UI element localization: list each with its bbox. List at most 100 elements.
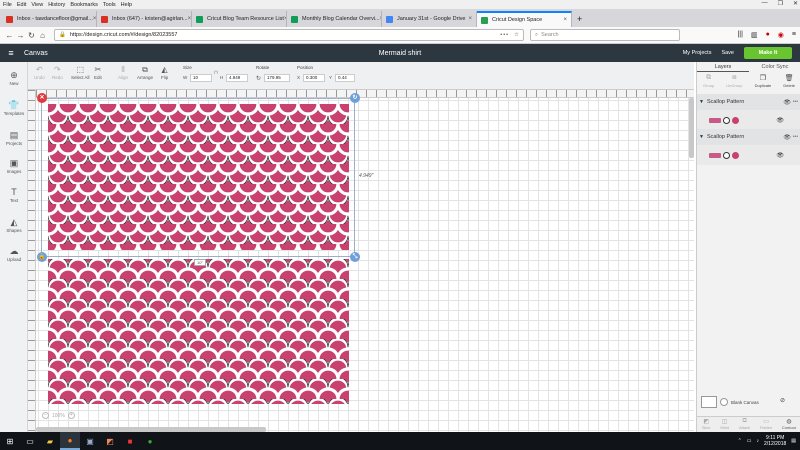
- scallop-pattern-image[interactable]: [48, 259, 349, 404]
- browser-tab[interactable]: Cricut Blog Team Resource List ×: [192, 11, 287, 27]
- cricut-app-icon[interactable]: ●: [140, 432, 160, 450]
- zoom-out-button[interactable]: −: [42, 412, 49, 419]
- windows-start-icon[interactable]: ⊞: [0, 437, 20, 446]
- sidebar-item-projects[interactable]: ▤ Projects: [0, 130, 28, 146]
- minimize-icon[interactable]: —: [762, 0, 768, 7]
- layer-color-swatch[interactable]: [732, 151, 739, 159]
- more-options-icon[interactable]: •••: [793, 99, 798, 105]
- x-position-field[interactable]: 0.300: [303, 74, 325, 82]
- more-options-icon[interactable]: •••: [793, 134, 798, 140]
- zoom-in-button[interactable]: +: [67, 412, 75, 419]
- home-icon[interactable]: ⌂: [37, 31, 48, 40]
- sidebar-item-images[interactable]: ▣ Images: [0, 158, 28, 174]
- layer-color-swatch[interactable]: [732, 116, 739, 124]
- search-input[interactable]: ⌕ Search: [530, 29, 680, 41]
- browser-tab[interactable]: Monthly Blog Calendar Overvi... ×: [287, 11, 382, 27]
- layer-group[interactable]: ▼ Scallop Pattern 👁 •••: [697, 94, 800, 110]
- edit-button[interactable]: ✂ Edit: [94, 65, 102, 80]
- y-position-field[interactable]: 0.44: [335, 74, 355, 82]
- pinterest-icon[interactable]: ●: [766, 31, 770, 39]
- canvas-color-swatch[interactable]: [701, 396, 717, 408]
- back-icon[interactable]: ←: [4, 31, 15, 40]
- eye-icon[interactable]: 👁: [776, 152, 784, 159]
- forward-icon[interactable]: →: [15, 31, 26, 40]
- browser-tab[interactable]: January 31st - Google Drive ×: [382, 11, 477, 27]
- notifications-icon[interactable]: ▤: [791, 438, 796, 444]
- hamburger-menu-icon[interactable]: ≡: [0, 48, 22, 58]
- maximize-icon[interactable]: ❐: [778, 0, 783, 7]
- layer-row[interactable]: 👁: [697, 110, 800, 130]
- expand-triangle-icon[interactable]: ▼: [699, 99, 704, 105]
- ungroup-button[interactable]: ⧈ UnGroup: [726, 74, 742, 92]
- menu-edit[interactable]: Edit: [17, 2, 26, 8]
- new-tab-button[interactable]: +: [572, 11, 587, 27]
- page-actions-icon[interactable]: •••: [500, 32, 509, 38]
- sidebar-item-upload[interactable]: ☁ Upload: [0, 246, 28, 262]
- expand-triangle-icon[interactable]: ▼: [699, 134, 704, 140]
- layer-group[interactable]: ▼ Scallop Pattern 👁 •••: [697, 129, 800, 145]
- app-icon[interactable]: ◩: [100, 432, 120, 450]
- network-icon[interactable]: ▭: [747, 438, 752, 444]
- extension-icon[interactable]: ◉: [778, 31, 784, 39]
- tab-close-icon[interactable]: ×: [563, 17, 567, 23]
- make-it-button[interactable]: Make It: [744, 47, 792, 59]
- lock-ratio-icon[interactable]: ⊓: [214, 70, 218, 76]
- menu-help[interactable]: Help: [121, 2, 132, 8]
- menu-file[interactable]: File: [3, 2, 12, 8]
- tab-color-sync[interactable]: Color Sync: [749, 62, 800, 72]
- menu-icon[interactable]: ≡: [792, 31, 796, 39]
- flatten-button[interactable]: ▭ Flatten: [760, 417, 772, 432]
- task-view-icon[interactable]: ▭: [20, 432, 40, 450]
- menu-view[interactable]: View: [31, 2, 43, 8]
- flip-button[interactable]: ◭ Flip: [161, 65, 168, 80]
- eye-icon[interactable]: 👁: [783, 134, 791, 141]
- height-field[interactable]: 4.949: [226, 74, 248, 82]
- select-all-button[interactable]: ⬚ Select All: [71, 65, 90, 80]
- sidebar-item-shapes[interactable]: ◭ Shapes: [0, 217, 28, 233]
- canvas-color-circle[interactable]: [720, 398, 728, 406]
- undo-button[interactable]: ↶ Undo: [34, 65, 45, 80]
- menu-tools[interactable]: Tools: [103, 2, 116, 8]
- tab-layers[interactable]: Layers: [697, 62, 749, 72]
- file-explorer-icon[interactable]: ▰: [40, 432, 60, 450]
- library-icon[interactable]: |||: [737, 31, 742, 39]
- app-icon[interactable]: ■: [120, 432, 140, 450]
- slice-button[interactable]: ◩ Slice: [702, 417, 711, 432]
- width-field[interactable]: 10: [190, 74, 212, 82]
- eye-icon[interactable]: 👁: [783, 99, 791, 106]
- menu-bookmarks[interactable]: Bookmarks: [70, 2, 98, 8]
- tab-close-icon[interactable]: ×: [188, 16, 191, 22]
- sidebar-item-templates[interactable]: 👕 Templates: [0, 100, 28, 116]
- tray-chevron-icon[interactable]: ⌃: [738, 438, 742, 444]
- clock[interactable]: 9:11 PM 2/12/2018: [764, 435, 786, 447]
- group-button[interactable]: ⧉ Group: [703, 74, 714, 92]
- contour-button[interactable]: ◍ Contour: [782, 417, 796, 432]
- weld-button[interactable]: ◫ Weld: [720, 417, 729, 432]
- tab-close-icon[interactable]: ×: [93, 16, 96, 22]
- menu-history[interactable]: History: [48, 2, 65, 8]
- align-button[interactable]: ⫴ Align: [118, 65, 128, 80]
- delete-handle-icon[interactable]: ✕: [37, 93, 47, 103]
- firefox-icon[interactable]: ●: [60, 432, 80, 450]
- hide-canvas-icon[interactable]: ⊘: [780, 397, 785, 404]
- rotate-handle-icon[interactable]: ↻: [350, 93, 360, 103]
- arrange-button[interactable]: ⧉ Arrange: [137, 65, 153, 80]
- duplicate-button[interactable]: ❐ Duplicate: [755, 74, 772, 92]
- delete-button[interactable]: 🗑 Delete: [783, 74, 795, 92]
- sidebar-icon[interactable]: ▥: [751, 31, 758, 39]
- eye-icon[interactable]: 👁: [776, 117, 784, 124]
- my-projects-link[interactable]: My Projects: [683, 50, 712, 56]
- bookmark-star-icon[interactable]: ☆: [514, 32, 519, 38]
- tab-close-icon[interactable]: ×: [468, 16, 472, 22]
- redo-button[interactable]: ↷ Redo: [52, 65, 63, 80]
- lock-handle-icon[interactable]: 🔒: [37, 252, 47, 262]
- scallop-pattern-image[interactable]: [48, 104, 349, 250]
- browser-tab[interactable]: Inbox - tawdancefloor@gmail... ×: [2, 11, 97, 27]
- layer-row[interactable]: 👁: [697, 145, 800, 165]
- url-bar[interactable]: 🔒 https://design.cricut.com/#/design/820…: [54, 29, 524, 41]
- sidebar-item-text[interactable]: T Text: [0, 187, 28, 203]
- reload-icon[interactable]: ↻: [26, 31, 37, 40]
- attach-button[interactable]: ⧉ Attach: [739, 417, 750, 432]
- browser-tab[interactable]: Inbox (647) - kristen@agirlan... ×: [97, 11, 192, 27]
- rotate-field[interactable]: 179.95: [264, 74, 290, 82]
